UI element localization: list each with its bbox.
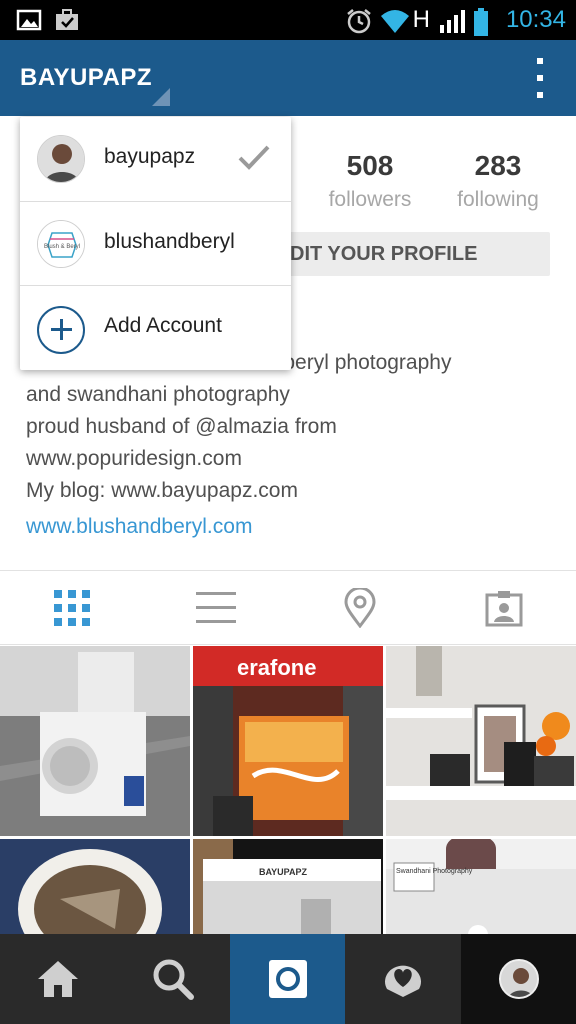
camera-tab[interactable] [230, 934, 345, 1024]
list-icon [196, 592, 236, 623]
profile-tab[interactable] [461, 934, 576, 1024]
profile-stats: 508 followers 283 following [310, 150, 560, 220]
signal-icon [438, 7, 465, 33]
network-type: H [412, 6, 430, 33]
camera-icon [268, 960, 307, 998]
status-bar: H 10:34 [0, 0, 576, 40]
grid-photo[interactable] [0, 646, 190, 836]
photo-grid: erafone BAYUPAPZ Swandhani Photography [0, 646, 576, 934]
add-account-item[interactable]: Add Account [20, 285, 291, 369]
activity-tab[interactable] [345, 934, 460, 1024]
grid-icon [54, 590, 90, 626]
profile-bio: h & beryl photography and swandhani phot… [26, 347, 566, 543]
alarm-icon [345, 7, 371, 34]
battery-icon [472, 7, 498, 36]
bio-line: proud husband of @almazia from [26, 415, 337, 438]
bio-line: My blog: www.bayupapz.com [26, 479, 298, 502]
view-tabs [0, 572, 576, 644]
account-label: blushandberyl [104, 230, 235, 253]
following-label: following [457, 188, 539, 211]
check-icon [237, 143, 271, 178]
add-account-label: Add Account [104, 314, 222, 337]
activity-icon [384, 965, 421, 997]
account-switcher-title[interactable]: BAYUPAPZ [20, 64, 152, 92]
profile-avatar [498, 959, 539, 999]
briefcase-icon [54, 7, 80, 33]
tagged-photos-tab[interactable] [482, 586, 526, 630]
search-icon [153, 959, 194, 1000]
avatar [37, 135, 85, 183]
location-pin-icon [344, 588, 376, 628]
account-item-bayupapz[interactable]: bayupapz [20, 117, 291, 201]
home-tab[interactable] [0, 934, 115, 1024]
following-count: 283 [474, 150, 522, 181]
store-sign-text: erafone [237, 655, 316, 680]
status-time: 10:34 [505, 6, 566, 33]
divider [0, 644, 576, 645]
laptop-screen-text: BAYUPAPZ [259, 867, 308, 877]
grid-photo[interactable]: Swandhani Photography [386, 839, 576, 934]
bio-line: and swandhani photography [26, 383, 290, 406]
home-icon [37, 961, 78, 997]
account-switcher-dropdown: bayupapz Blush & Beryl blushandberyl Add… [20, 117, 291, 370]
account-item-blushandberyl[interactable]: Blush & Beryl blushandberyl [20, 201, 291, 285]
edit-profile-button[interactable]: DIT YOUR PROFILE [270, 232, 550, 276]
search-tab[interactable] [115, 934, 230, 1024]
grid-photo[interactable]: BAYUPAPZ [193, 839, 383, 934]
bio-line: www.popuridesign.com [26, 447, 242, 470]
photo-caption-text: Swandhani Photography [396, 868, 473, 875]
tagged-photos-icon [485, 591, 523, 627]
bio-website-link[interactable]: www.blushandberyl.com [26, 511, 566, 543]
dropdown-indicator-icon [152, 88, 170, 106]
app-bar: BAYUPAPZ [0, 40, 576, 116]
list-view-tab[interactable] [194, 586, 238, 630]
divider [0, 570, 576, 571]
account-label: bayupapz [104, 145, 196, 168]
followers-count: 508 [346, 150, 394, 181]
avatar: Blush & Beryl [37, 220, 85, 268]
following-stat[interactable]: 283 following [438, 150, 558, 212]
grid-view-tab[interactable] [50, 586, 94, 630]
overflow-menu-icon[interactable] [532, 58, 548, 98]
followers-stat[interactable]: 508 followers [310, 150, 430, 212]
grid-photo[interactable] [386, 646, 576, 836]
bottom-navigation [0, 934, 576, 1024]
image-icon [16, 7, 42, 33]
wifi-icon [379, 7, 409, 33]
grid-photo[interactable]: erafone [193, 646, 383, 836]
followers-label: followers [328, 188, 412, 211]
map-view-tab[interactable] [338, 586, 382, 630]
logo-text: Blush & Beryl [44, 244, 80, 250]
grid-photo[interactable] [0, 839, 190, 934]
add-icon [37, 306, 85, 354]
